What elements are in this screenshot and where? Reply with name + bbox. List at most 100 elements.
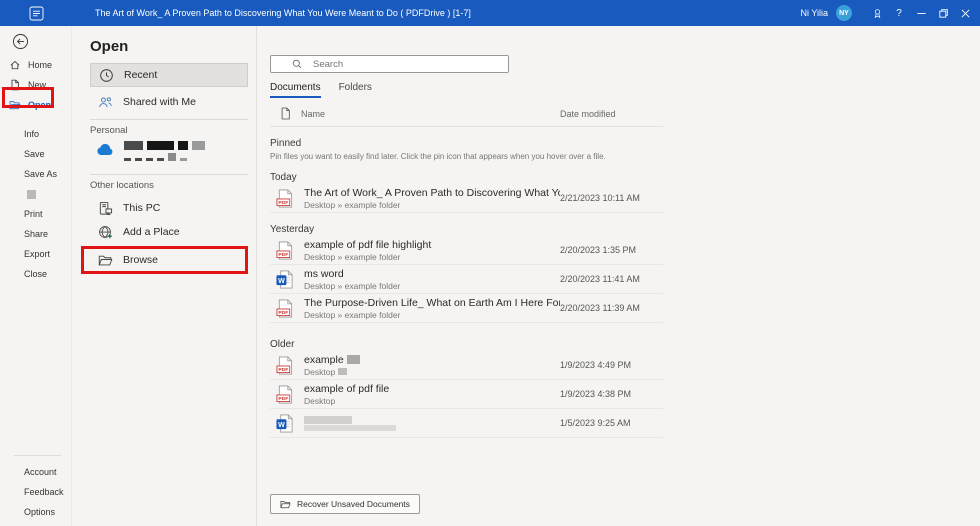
word-file-icon: W [276, 414, 294, 433]
redacted-text-block [347, 355, 360, 364]
globe-plus-icon [98, 225, 113, 240]
sidebar-item-open[interactable]: Open [0, 95, 71, 115]
place-browse[interactable]: Browse [90, 249, 245, 271]
word-app-icon [29, 6, 44, 21]
recover-unsaved-documents-button[interactable]: Recover Unsaved Documents [270, 494, 420, 514]
place-add-a-place[interactable]: Add a Place [90, 220, 248, 244]
place-recent[interactable]: Recent [90, 63, 248, 87]
date-modified-column-header[interactable]: Date modified [560, 109, 663, 119]
file-path: Desktop [304, 367, 560, 377]
file-date: 1/5/2023 9:25 AM [560, 418, 663, 428]
redacted-sidebar-item [27, 190, 36, 199]
sidebar-item-save[interactable]: Save [0, 144, 71, 164]
back-button[interactable] [12, 33, 29, 50]
place-this-pc[interactable]: This PC [90, 196, 248, 220]
sidebar-item-label: Home [28, 60, 52, 70]
search-box[interactable] [270, 55, 509, 73]
word-file-icon: W [276, 270, 294, 289]
svg-text:PDF: PDF [278, 200, 288, 206]
home-icon [9, 59, 21, 71]
open-places-panel: Open Recent Shared with Me Personal [72, 26, 257, 526]
redacted-text-block [304, 425, 396, 431]
clock-icon [99, 68, 114, 83]
people-icon [98, 95, 113, 110]
sidebar-item-account[interactable]: Account [0, 462, 71, 482]
document-icon [280, 107, 291, 120]
this-pc-icon [98, 201, 113, 216]
file-path: Desktop » example folder [304, 200, 560, 210]
pdf-icon: PDF [276, 385, 294, 404]
help-button[interactable]: ? [888, 0, 910, 26]
restore-button[interactable] [932, 0, 954, 26]
tab-folders[interactable]: Folders [339, 82, 372, 98]
sidebar-divider [14, 455, 61, 456]
file-name: example [304, 354, 560, 366]
file-row[interactable]: PDFexample of pdf file highlightDesktop … [270, 236, 663, 265]
redacted-text-block [338, 368, 347, 375]
file-name: The Art of Work_ A Proven Path to Discov… [304, 187, 560, 199]
place-label: This PC [123, 202, 160, 214]
sidebar-item-options[interactable]: Options [0, 502, 71, 522]
close-button[interactable] [954, 0, 976, 26]
svg-text:W: W [278, 276, 285, 284]
sidebar-item-home[interactable]: Home [0, 55, 71, 75]
svg-text:PDF: PDF [278, 252, 288, 258]
file-name: The Purpose-Driven Life_ What on Earth A… [304, 297, 560, 309]
minimize-button[interactable] [910, 0, 932, 26]
file-tabs: Documents Folders [270, 82, 980, 98]
browse-folder-icon [98, 253, 113, 268]
search-input[interactable] [311, 58, 491, 71]
file-row[interactable]: PDFexample of pdf fileDesktop1/9/2023 4:… [270, 380, 663, 409]
browse-annotation-box: Browse [81, 246, 248, 274]
sidebar-item-info[interactable]: Info [0, 124, 71, 144]
file-row[interactable]: PDF The Purpose-Driven Life_ What on Eart… [270, 294, 663, 323]
sidebar-item-close[interactable]: Close [0, 264, 71, 284]
pdf-icon: PDF [276, 356, 294, 375]
sidebar-item-share[interactable]: Share [0, 224, 71, 244]
file-group-label: Today [270, 172, 980, 183]
file-group-label: Yesterday [270, 224, 980, 235]
place-label: Shared with Me [123, 96, 196, 108]
svg-text:PDF: PDF [278, 396, 288, 402]
file-path: Desktop » example folder [304, 310, 560, 320]
place-label: Add a Place [123, 226, 180, 238]
list-header: Name Date modified [270, 107, 663, 127]
file-date: 2/20/2023 11:39 AM [560, 303, 663, 313]
avatar[interactable]: NY [836, 5, 852, 21]
place-onedrive[interactable] [90, 141, 248, 169]
user-name[interactable]: Ni Yilia [800, 8, 828, 18]
file-path: Desktop » example folder [304, 281, 560, 291]
file-path: Desktop » example folder [304, 252, 560, 262]
new-document-icon [9, 79, 21, 91]
panel-divider [90, 174, 248, 175]
pinned-description: Pin files you want to easily find later.… [270, 152, 980, 161]
file-row[interactable]: Wms wordDesktop » example folder2/20/202… [270, 265, 663, 294]
onedrive-redacted-name [124, 141, 205, 150]
file-row[interactable]: W 1/5/2023 9:25 AM [270, 409, 663, 438]
sidebar-item-export[interactable]: Export [0, 244, 71, 264]
tab-documents[interactable]: Documents [270, 82, 321, 98]
pinned-section-label: Pinned [270, 138, 980, 149]
file-date: 2/20/2023 1:35 PM [560, 245, 663, 255]
file-row[interactable]: PDF The Art of Work_ A Proven Path to Dis… [270, 184, 663, 213]
open-folder-icon [9, 99, 21, 111]
sidebar-nav: Home New Open [0, 55, 71, 115]
file-name [304, 416, 560, 424]
file-date: 2/20/2023 11:41 AM [560, 274, 663, 284]
pdf-icon: PDF [276, 189, 294, 208]
sidebar-item-new[interactable]: New [0, 75, 71, 95]
pdf-icon: PDF [276, 299, 294, 318]
file-name: ms word [304, 268, 560, 280]
ribbon-badge-icon[interactable] [866, 0, 888, 26]
name-column-header[interactable]: Name [301, 109, 560, 119]
file-row[interactable]: PDF exampleDesktop1/9/2023 4:49 PM [270, 351, 663, 380]
sidebar-item-save-as[interactable]: Save As [0, 164, 71, 184]
window-title: The Art of Work_ A Proven Path to Discov… [95, 8, 471, 18]
place-shared-with-me[interactable]: Shared with Me [90, 90, 248, 114]
sidebar-item-label: Open [28, 100, 51, 110]
file-path [304, 425, 560, 431]
file-date: 1/9/2023 4:38 PM [560, 389, 663, 399]
sidebar-item-feedback[interactable]: Feedback [0, 482, 71, 502]
file-date: 1/9/2023 4:49 PM [560, 360, 663, 370]
sidebar-item-print[interactable]: Print [0, 204, 71, 224]
